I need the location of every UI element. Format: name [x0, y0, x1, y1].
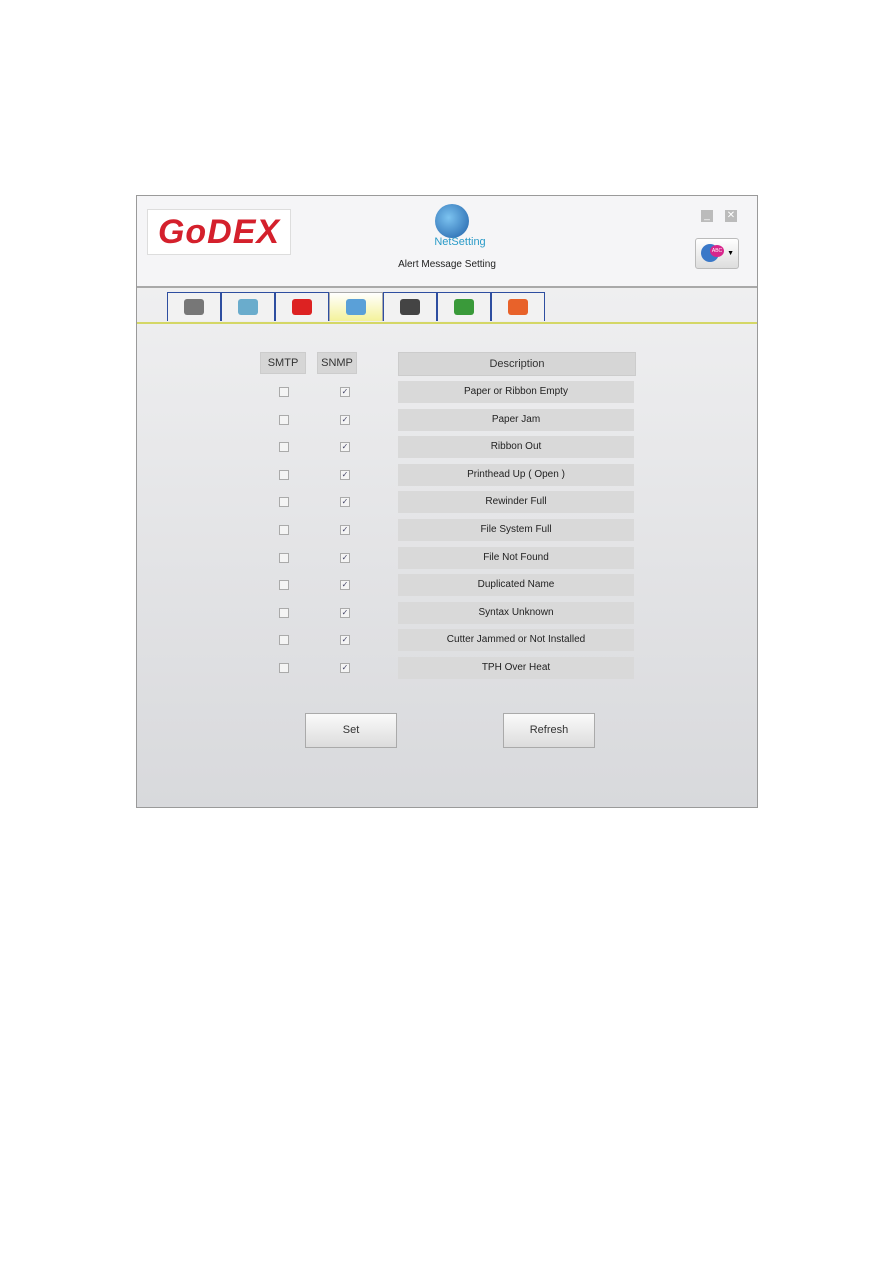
close-icon[interactable]: ✕ [725, 210, 737, 222]
smtp-checkbox[interactable] [279, 414, 289, 425]
alert-description: File System Full [398, 519, 634, 541]
description-header: Description [398, 352, 636, 376]
tab-alert-mail[interactable] [329, 292, 383, 321]
smtp-checkbox[interactable] [279, 663, 289, 673]
smtp-header: SMTP [260, 352, 306, 374]
smtp-checkbox[interactable] [279, 469, 289, 480]
smtp-checkbox[interactable] [279, 635, 289, 646]
smtp-checkbox[interactable] [279, 387, 289, 397]
alert-description: Duplicated Name [398, 574, 634, 597]
alert-description: Rewinder Full [398, 491, 634, 514]
snmp-checkbox[interactable]: ✓ [340, 469, 350, 480]
tab-bar [137, 292, 757, 324]
alert-description: Ribbon Out [398, 436, 634, 459]
snmp-checkbox[interactable]: ✓ [340, 525, 350, 535]
snmp-header: SNMP [317, 352, 357, 374]
tab-network[interactable] [221, 292, 275, 321]
app-name: NetSetting [434, 236, 486, 248]
godex-logo: GoDEX [147, 209, 291, 255]
smtp-checkbox[interactable] [279, 497, 289, 508]
alert-description: TPH Over Heat [398, 657, 634, 679]
language-dropdown[interactable]: ABC ▼ [695, 238, 739, 269]
app-window: GoDEX NetSetting Alert Message Setting _… [136, 195, 758, 808]
gears-icon [400, 299, 420, 315]
tab-gears[interactable] [383, 292, 437, 321]
snmp-checkbox[interactable]: ✓ [340, 580, 350, 591]
refresh-icon [508, 299, 528, 315]
smtp-checkbox[interactable] [279, 525, 289, 535]
snmp-checkbox[interactable]: ✓ [340, 635, 350, 646]
set-button[interactable]: Set [305, 713, 397, 748]
refresh-button[interactable]: Refresh [503, 713, 595, 748]
alert-description: Paper Jam [398, 408, 634, 431]
abc-icon: ABC [710, 245, 724, 257]
alert-description: Syntax Unknown [398, 601, 634, 624]
smtp-checkbox[interactable] [279, 442, 289, 453]
alert-description: File Not Found [398, 546, 634, 569]
alert-mail-icon [346, 299, 366, 315]
tab-key-file[interactable] [437, 292, 491, 321]
alert-description: Printhead Up ( Open ) [398, 463, 634, 486]
snmp-checkbox[interactable]: ✓ [340, 414, 350, 425]
smtp-checkbox[interactable] [279, 607, 289, 618]
snmp-checkbox[interactable]: ✓ [340, 552, 350, 563]
snmp-checkbox[interactable]: ✓ [340, 387, 350, 397]
alert-description: Paper or Ribbon Empty [398, 381, 634, 403]
header: GoDEX NetSetting Alert Message Setting _… [137, 196, 757, 288]
netsetting-globe-icon [435, 204, 469, 238]
page-title: Alert Message Setting [398, 259, 496, 270]
snmp-checkbox[interactable]: ✓ [340, 442, 350, 453]
tab-refresh[interactable] [491, 292, 545, 321]
network-icon [238, 299, 258, 315]
chevron-down-icon: ▼ [727, 250, 734, 257]
key-file-icon [454, 299, 474, 315]
snmp-checkbox[interactable]: ✓ [340, 663, 350, 673]
tab-printer[interactable] [167, 292, 221, 321]
alert-description: Cutter Jammed or Not Installed [398, 629, 634, 652]
smtp-checkbox[interactable] [279, 552, 289, 563]
snmp-checkbox[interactable]: ✓ [340, 497, 350, 508]
snmp-checkbox[interactable]: ✓ [340, 607, 350, 618]
alarm-icon [292, 299, 312, 315]
printer-icon [184, 299, 204, 315]
smtp-checkbox[interactable] [279, 580, 289, 591]
minimize-icon[interactable]: _ [701, 210, 713, 222]
tab-alarm[interactable] [275, 292, 329, 321]
